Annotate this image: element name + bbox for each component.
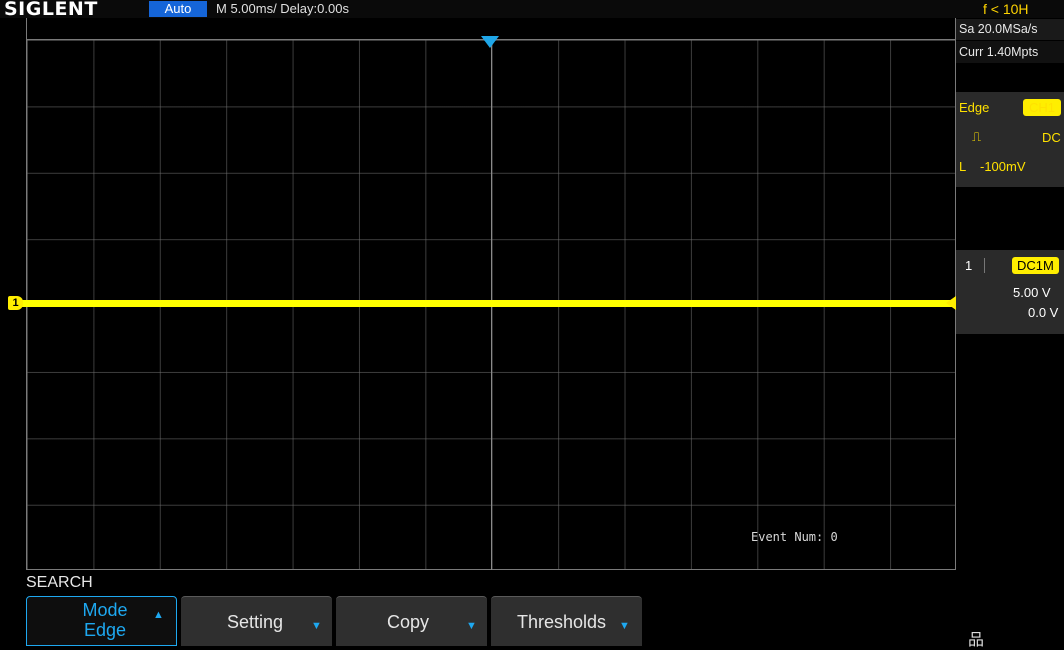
softkey-setting[interactable]: Setting ▼	[181, 596, 332, 646]
sample-rate-readout: Sa 20.0MSa/s	[956, 19, 1064, 40]
channel1-offset-marker[interactable]: 1	[8, 296, 23, 310]
channel-coupling-badge: DC1M	[1012, 257, 1059, 274]
memory-depth-readout: Curr 1.40Mpts	[956, 41, 1064, 63]
chevron-down-icon: ▼	[466, 620, 477, 632]
network-icon: 品	[968, 632, 985, 649]
trigger-level-label: L	[959, 159, 967, 174]
channel1-info-panel[interactable]: 1 DC1M 5.00 V 0.0 V	[956, 250, 1064, 334]
channel-number: 1	[965, 258, 986, 273]
softkey-mode[interactable]: Mode Edge ▲	[26, 596, 177, 646]
trigger-level-value: -100mV	[980, 159, 1026, 174]
softkey-setting-label: Setting	[227, 612, 284, 632]
trigger-level-marker-icon[interactable]	[946, 296, 956, 310]
softkey-mode-label: Mode	[82, 600, 128, 620]
chevron-down-icon: ▼	[619, 620, 630, 632]
trigger-delay-marker-icon[interactable]	[481, 36, 499, 48]
softkey-copy[interactable]: Copy ▼	[336, 596, 487, 646]
softkey-copy-label: Copy	[387, 612, 430, 632]
chevron-up-icon: ▲	[153, 609, 164, 621]
rising-edge-icon: ⎍	[972, 129, 982, 144]
softkey-thresholds[interactable]: Thresholds ▼	[491, 596, 642, 646]
top-status-bar: SIGLENT Auto M 5.00ms/ Delay:0.00s f < 1…	[0, 0, 1064, 20]
event-number-readout: Event Num: 0	[751, 530, 838, 544]
brand-logo: SIGLENT	[4, 0, 98, 20]
trigger-mode-badge[interactable]: Auto	[149, 1, 207, 17]
channel-vertical-scale: 5.00 V	[1013, 285, 1051, 300]
frequency-counter: f < 10H	[983, 1, 1029, 17]
channel1-waveform-trace	[20, 300, 956, 307]
softkey-mode-value: Edge	[83, 620, 127, 640]
trigger-info-panel[interactable]: Edge CH1 ⎍ DC L -100mV	[956, 92, 1064, 187]
chevron-down-icon: ▼	[311, 620, 322, 632]
channel-offset: 0.0 V	[1028, 305, 1059, 320]
trigger-source-badge: CH1	[1023, 99, 1062, 116]
timebase-readout: M 5.00ms/ Delay:0.00s	[216, 1, 349, 16]
softkey-thresholds-label: Thresholds	[517, 612, 607, 632]
trigger-coupling: DC	[1042, 130, 1061, 145]
trigger-type: Edge	[959, 100, 990, 115]
menu-title: SEARCH	[26, 574, 93, 591]
